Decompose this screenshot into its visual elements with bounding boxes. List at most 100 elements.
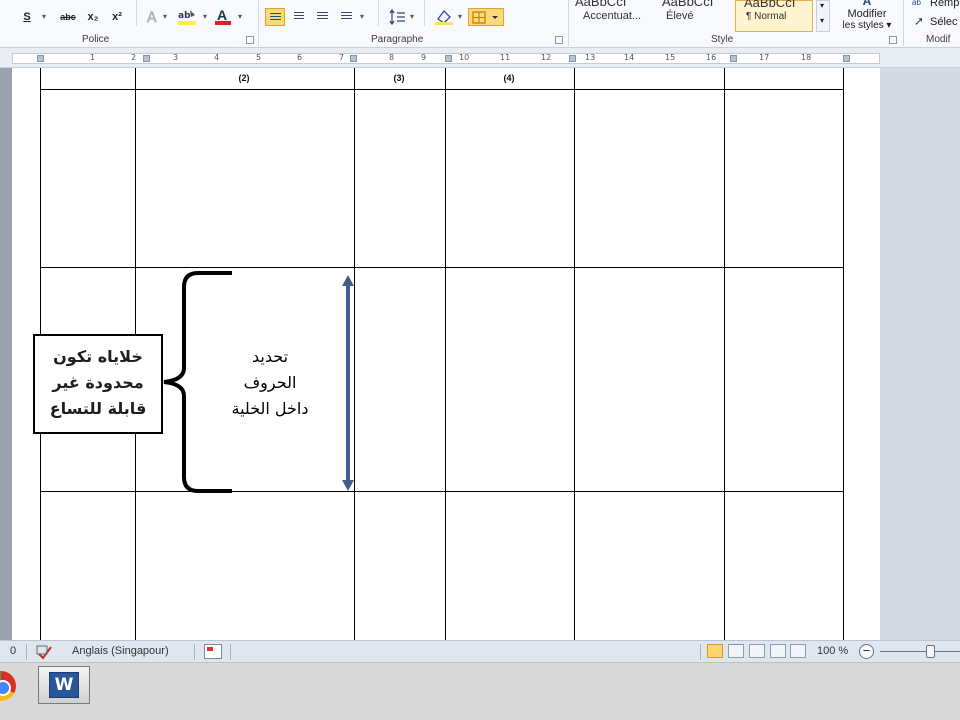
ruler-number: 10 bbox=[459, 53, 470, 62]
shading-icon[interactable] bbox=[433, 7, 455, 27]
ruler-number: 17 bbox=[759, 53, 770, 62]
proofing-icon[interactable] bbox=[36, 644, 54, 660]
chevron-down-icon[interactable]: ▾ bbox=[238, 9, 242, 25]
full-screen-reading-icon[interactable] bbox=[728, 644, 744, 658]
group-label-modification: Modif bbox=[926, 34, 951, 45]
cell-text[interactable]: تحديد الحروف داخل الخلية bbox=[215, 344, 325, 422]
column-marker[interactable] bbox=[843, 55, 850, 62]
cursor-arrow-icon: ➚ bbox=[914, 14, 925, 28]
column-marker[interactable] bbox=[350, 55, 357, 62]
chevron-down-icon[interactable]: ▾ bbox=[360, 9, 364, 25]
divider bbox=[378, 0, 379, 26]
chevron-down-icon[interactable]: ▾ bbox=[410, 9, 414, 25]
column-marker[interactable] bbox=[445, 55, 452, 62]
document-area[interactable]: (2) (3) (4) خلاياه تكون محدودة غير قابلة… bbox=[0, 68, 960, 640]
strike-abc-button[interactable]: abc bbox=[56, 9, 80, 25]
horizontal-ruler[interactable]: 1 2 3 4 5 6 7 8 9 10 11 12 13 14 15 16 1… bbox=[0, 48, 960, 68]
replace-label: Remp bbox=[930, 0, 960, 9]
select-label: Sélec bbox=[930, 16, 958, 28]
group-label-police: Police bbox=[82, 34, 110, 45]
column-header: (3) bbox=[393, 73, 405, 83]
cell-text-line: داخل الخلية bbox=[231, 399, 309, 418]
align-center-button[interactable] bbox=[289, 8, 309, 26]
ruler-strip: 1 2 3 4 5 6 7 8 9 10 11 12 13 14 15 16 1… bbox=[12, 53, 880, 64]
zoom-level[interactable]: 100 % bbox=[817, 645, 848, 657]
group-label-paragraphe: Paragraphe bbox=[371, 34, 424, 45]
table-border bbox=[40, 491, 844, 492]
line-spacing-icon[interactable] bbox=[388, 8, 408, 26]
outline-view-icon[interactable] bbox=[770, 644, 786, 658]
dialog-launcher-icon[interactable] bbox=[246, 36, 254, 44]
replace-button[interactable]: ab Remp bbox=[912, 0, 960, 11]
table-border bbox=[40, 89, 844, 90]
borders-button[interactable] bbox=[468, 8, 504, 26]
strikethrough-button[interactable]: S bbox=[20, 9, 34, 25]
indent-marker[interactable] bbox=[143, 55, 150, 62]
ruler-number: 1 bbox=[90, 53, 96, 62]
justify-button[interactable] bbox=[337, 8, 357, 26]
table-border bbox=[724, 68, 725, 640]
table-border bbox=[574, 68, 575, 640]
callout-line: خلاياه تكون bbox=[53, 347, 143, 366]
print-layout-view-icon[interactable] bbox=[707, 644, 723, 658]
align-left-button[interactable] bbox=[265, 8, 285, 26]
chevron-down-icon[interactable]: ▾ bbox=[42, 9, 46, 25]
web-layout-icon[interactable] bbox=[749, 644, 765, 658]
divider bbox=[136, 0, 137, 26]
ruler-number: 12 bbox=[541, 53, 552, 62]
style-preview: AaBbCcI bbox=[744, 0, 796, 10]
ruler-number: 9 bbox=[421, 53, 427, 62]
ruler-number: 6 bbox=[297, 53, 303, 62]
column-marker[interactable] bbox=[569, 55, 576, 62]
align-left-icon bbox=[270, 13, 281, 22]
divider bbox=[424, 0, 425, 26]
text-effects-icon[interactable]: A bbox=[145, 9, 161, 27]
divider bbox=[700, 644, 701, 660]
document-page[interactable]: (2) (3) (4) خلاياه تكون محدودة غير قابلة… bbox=[12, 68, 880, 640]
ribbon: S ▾ abc x₂ x² A ▾ ab ▾ A ▾ Police ▾ ▾ ▾ … bbox=[0, 0, 960, 48]
align-center-icon bbox=[294, 12, 304, 21]
zoom-slider-track[interactable] bbox=[880, 651, 960, 652]
draft-view-icon[interactable] bbox=[790, 644, 806, 658]
chevron-down-icon[interactable]: ▾ bbox=[458, 9, 462, 25]
table-border bbox=[843, 68, 844, 640]
style-eleve[interactable]: AaBbCcI Élevé bbox=[658, 0, 734, 32]
align-right-button[interactable] bbox=[313, 8, 333, 26]
style-normal[interactable]: AaBbCcI ¶ Normal bbox=[735, 0, 813, 32]
zoom-out-button[interactable]: − bbox=[859, 644, 874, 659]
dialog-launcher-icon[interactable] bbox=[889, 36, 897, 44]
callout-line: قابلة للتساع bbox=[49, 399, 147, 418]
ruler-number: 4 bbox=[214, 53, 220, 62]
group-label-style: Style bbox=[711, 34, 734, 45]
ruler-number: 16 bbox=[706, 53, 717, 62]
right-margin-area bbox=[880, 68, 960, 640]
divider bbox=[258, 0, 259, 46]
font-color-icon[interactable]: A bbox=[214, 7, 232, 27]
language-indicator[interactable]: Anglais (Singapour) bbox=[72, 645, 169, 657]
cell-text-line: الحروف bbox=[243, 373, 297, 392]
chevron-down-icon[interactable]: ▾ bbox=[203, 9, 207, 25]
zoom-slider-thumb[interactable] bbox=[926, 645, 935, 658]
column-marker[interactable] bbox=[37, 55, 44, 62]
ruler-number: 13 bbox=[585, 53, 596, 62]
style-gallery-scroll[interactable]: ▾ ▾ bbox=[816, 0, 830, 32]
superscript-button[interactable]: x² bbox=[108, 9, 126, 25]
word-count[interactable]: 0 bbox=[10, 645, 16, 657]
svg-text:A: A bbox=[147, 10, 157, 25]
chrome-icon[interactable] bbox=[0, 671, 16, 701]
ruler-number: 7 bbox=[339, 53, 345, 62]
word-taskbar-button[interactable]: W bbox=[38, 666, 90, 704]
ruler-number: 5 bbox=[256, 53, 262, 62]
macro-record-icon[interactable] bbox=[204, 644, 222, 659]
select-button[interactable]: ➚ Sélec bbox=[912, 14, 960, 29]
column-marker[interactable] bbox=[730, 55, 737, 62]
highlight-color-icon[interactable]: ab bbox=[176, 7, 198, 27]
modify-styles-button[interactable]: A Modifier les styles ▾ bbox=[833, 0, 901, 34]
chevron-down-icon[interactable]: ▾ bbox=[163, 9, 167, 25]
borders-icon bbox=[472, 11, 498, 24]
dialog-launcher-icon[interactable] bbox=[555, 36, 563, 44]
align-right-icon bbox=[317, 12, 328, 21]
subscript-button[interactable]: x₂ bbox=[84, 9, 102, 25]
style-accentuation[interactable]: AaBbCcI Accentuat... bbox=[575, 0, 657, 32]
table-border bbox=[445, 68, 446, 640]
